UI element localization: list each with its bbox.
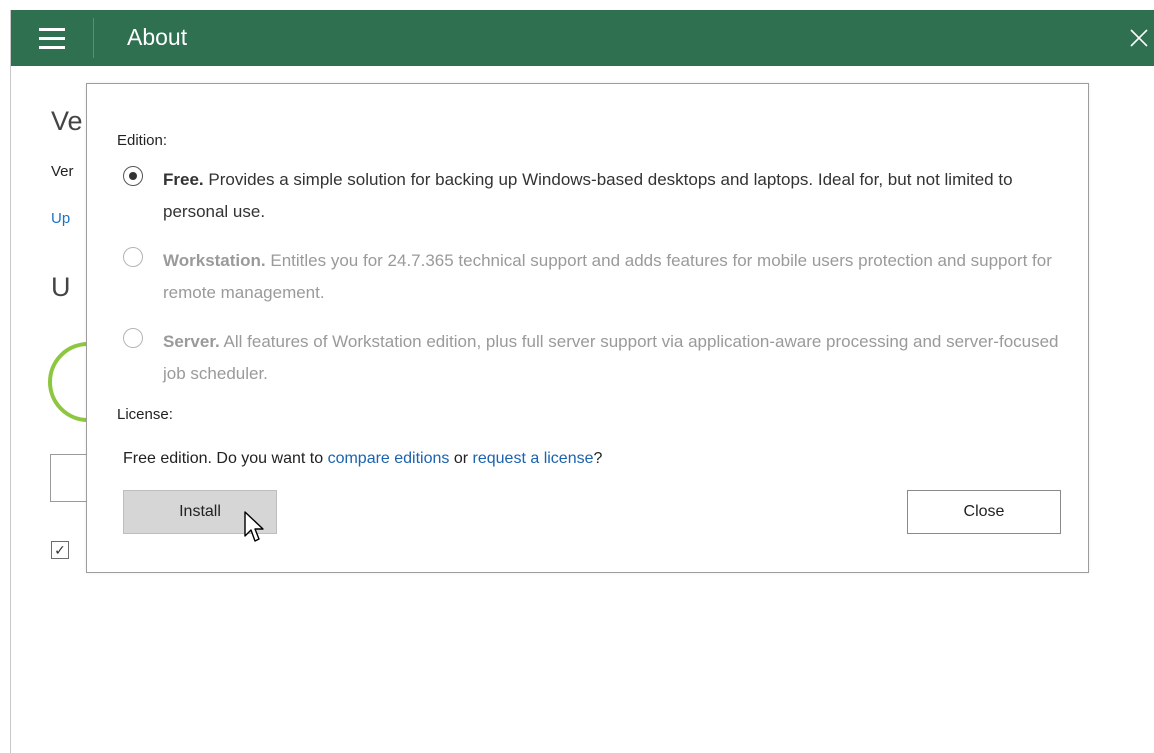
free-option-desc: Provides a simple solution for backing u… xyxy=(163,170,1013,221)
workstation-option-desc: Entitles you for 24.7.365 technical supp… xyxy=(163,251,1052,302)
edition-dialog: Edition: Free. Provides a simple solutio… xyxy=(86,83,1089,573)
server-radio[interactable] xyxy=(123,328,143,348)
workstation-option-text: Workstation. Entitles you for 24.7.365 t… xyxy=(163,245,1063,309)
server-option-desc: All features of Workstation edition, plu… xyxy=(163,332,1059,383)
compare-editions-link[interactable]: compare editions xyxy=(328,450,450,467)
close-button[interactable]: Close xyxy=(907,490,1061,534)
edition-label: Edition: xyxy=(117,132,168,149)
title-bar: About xyxy=(11,10,1154,66)
free-option-name: Free. xyxy=(163,170,204,189)
free-option-text: Free. Provides a simple solution for bac… xyxy=(163,164,1063,228)
workstation-option-name: Workstation. xyxy=(163,251,266,270)
background-version-text: Ver xyxy=(51,163,74,180)
window-title: About xyxy=(127,24,188,50)
close-window-icon[interactable] xyxy=(1127,26,1151,50)
request-license-link[interactable]: request a license xyxy=(473,450,594,467)
server-option-name: Server. xyxy=(163,332,220,351)
background-heading: Ve xyxy=(51,106,83,136)
title-divider xyxy=(93,18,94,58)
server-option-text: Server. All features of Workstation edit… xyxy=(163,326,1063,390)
license-info: Free edition. Do you want to compare edi… xyxy=(123,450,602,468)
background-heading-2: U xyxy=(51,272,71,302)
license-text-prefix: Free edition. Do you want to xyxy=(123,450,328,467)
free-radio[interactable] xyxy=(123,166,143,186)
hamburger-menu-icon[interactable] xyxy=(39,27,65,49)
background-link[interactable]: Up xyxy=(51,210,70,227)
mouse-pointer-icon xyxy=(244,511,264,542)
license-label: License: xyxy=(117,406,173,423)
license-text-suffix: ? xyxy=(593,450,603,467)
workstation-radio[interactable] xyxy=(123,247,143,267)
background-checkbox[interactable]: ✓ xyxy=(51,541,69,559)
license-text-mid: or xyxy=(449,450,473,467)
